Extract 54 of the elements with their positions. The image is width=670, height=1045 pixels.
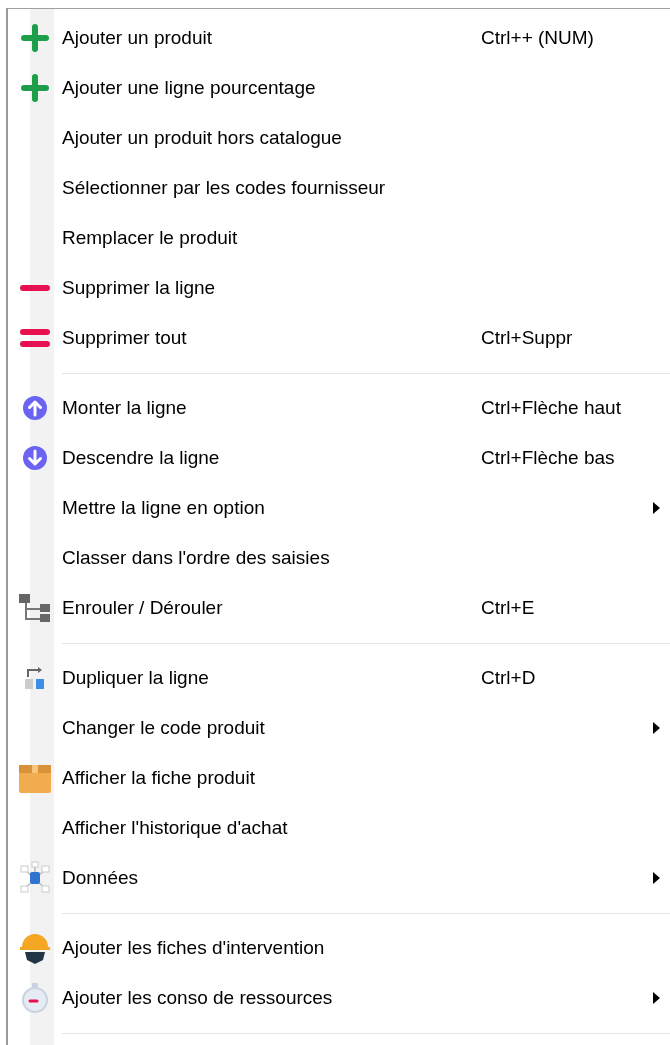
menu-item[interactable]: Ajouter une ligne pourcentage bbox=[8, 63, 670, 113]
menu-item-label: Ajouter les fiches d'intervention bbox=[62, 937, 326, 959]
menu-item[interactable]: Ajouter un produit hors catalogue bbox=[8, 113, 670, 163]
menu-item-label: Changer le code produit bbox=[62, 717, 266, 739]
menu-item-label: Afficher l'historique d'achat bbox=[62, 817, 289, 839]
menu-item[interactable]: Sélectionner par les codes fournisseur bbox=[8, 163, 670, 213]
shortcut-label: Ctrl++ (NUM) bbox=[481, 27, 594, 49]
menu-item[interactable]: Afficher l'historique d'achat bbox=[8, 803, 670, 853]
menu-item[interactable]: Enrouler / Dérouler Ctrl+E bbox=[8, 583, 670, 633]
menu-item-label: Ajouter un produit hors catalogue bbox=[62, 127, 343, 149]
tree-icon bbox=[18, 593, 52, 623]
menu-item-label: Remplacer le produit bbox=[62, 227, 239, 249]
plus-icon bbox=[20, 23, 50, 53]
shortcut-label: Ctrl+Flèche haut bbox=[481, 397, 621, 419]
menu-item-label: Mettre la ligne en option bbox=[62, 497, 266, 519]
menu-item[interactable]: Mettre la ligne en option bbox=[8, 483, 670, 533]
menu-item[interactable]: Dupliquer la ligne Ctrl+D bbox=[8, 653, 670, 703]
menu-item[interactable]: Changer le code produit bbox=[8, 703, 670, 753]
menu-item[interactable]: Classer dans l'ordre des saisies bbox=[8, 533, 670, 583]
menu-item-label: Afficher la fiche produit bbox=[62, 767, 256, 789]
menu-item-label: Supprimer la ligne bbox=[62, 277, 217, 299]
menu-item[interactable]: Afficher la fiche produit bbox=[8, 753, 670, 803]
menu-item-label: Monter la ligne bbox=[62, 397, 188, 419]
plus-icon bbox=[20, 73, 50, 103]
minus-icon bbox=[19, 284, 51, 292]
menu-item[interactable]: Ajouter les conso de ressources bbox=[8, 973, 670, 1023]
arrow-up-icon bbox=[23, 396, 47, 420]
equals-icon bbox=[19, 328, 51, 348]
menu-item-label: Enrouler / Dérouler bbox=[62, 597, 224, 619]
menu-item-label: Ajouter les conso de ressources bbox=[62, 987, 334, 1009]
menu-item[interactable]: Ajouter un produit Ctrl++ (NUM) bbox=[8, 13, 670, 63]
shortcut-label: Ctrl+E bbox=[481, 597, 535, 619]
menu-item-label: Sélectionner par les codes fournisseur bbox=[62, 177, 387, 199]
shortcut-label: Ctrl+Suppr bbox=[481, 327, 573, 349]
helmet-gear-icon bbox=[19, 931, 51, 965]
network-icon bbox=[18, 861, 52, 895]
arrow-down-icon bbox=[23, 446, 47, 470]
menu-item[interactable]: Données bbox=[8, 853, 670, 903]
menu-item[interactable]: Descendre la ligne Ctrl+Flèche bas bbox=[8, 433, 670, 483]
stopwatch-icon bbox=[20, 982, 50, 1014]
menu-item-label: Données bbox=[62, 867, 140, 889]
menu-item-label: Dupliquer la ligne bbox=[62, 667, 210, 689]
menu-item-label: Supprimer tout bbox=[62, 327, 188, 349]
menu-item[interactable]: Monter la ligne Ctrl+Flèche haut bbox=[8, 383, 670, 433]
menu-item[interactable]: Remplacer le produit bbox=[8, 213, 670, 263]
menu-item-label: Descendre la ligne bbox=[62, 447, 221, 469]
menu-item[interactable]: Ajouter les fiches d'intervention bbox=[8, 923, 670, 973]
menu-item[interactable]: Supprimer la ligne bbox=[8, 263, 670, 313]
menu-item-label: Ajouter une ligne pourcentage bbox=[62, 77, 317, 99]
shortcut-label: Ctrl+Flèche bas bbox=[481, 447, 615, 469]
menu-item-label: Classer dans l'ordre des saisies bbox=[62, 547, 331, 569]
menu-item-label: Ajouter un produit bbox=[62, 27, 213, 49]
menu-item[interactable]: Supprimer tout Ctrl+Suppr bbox=[8, 313, 670, 363]
shortcut-label: Ctrl+D bbox=[481, 667, 536, 689]
